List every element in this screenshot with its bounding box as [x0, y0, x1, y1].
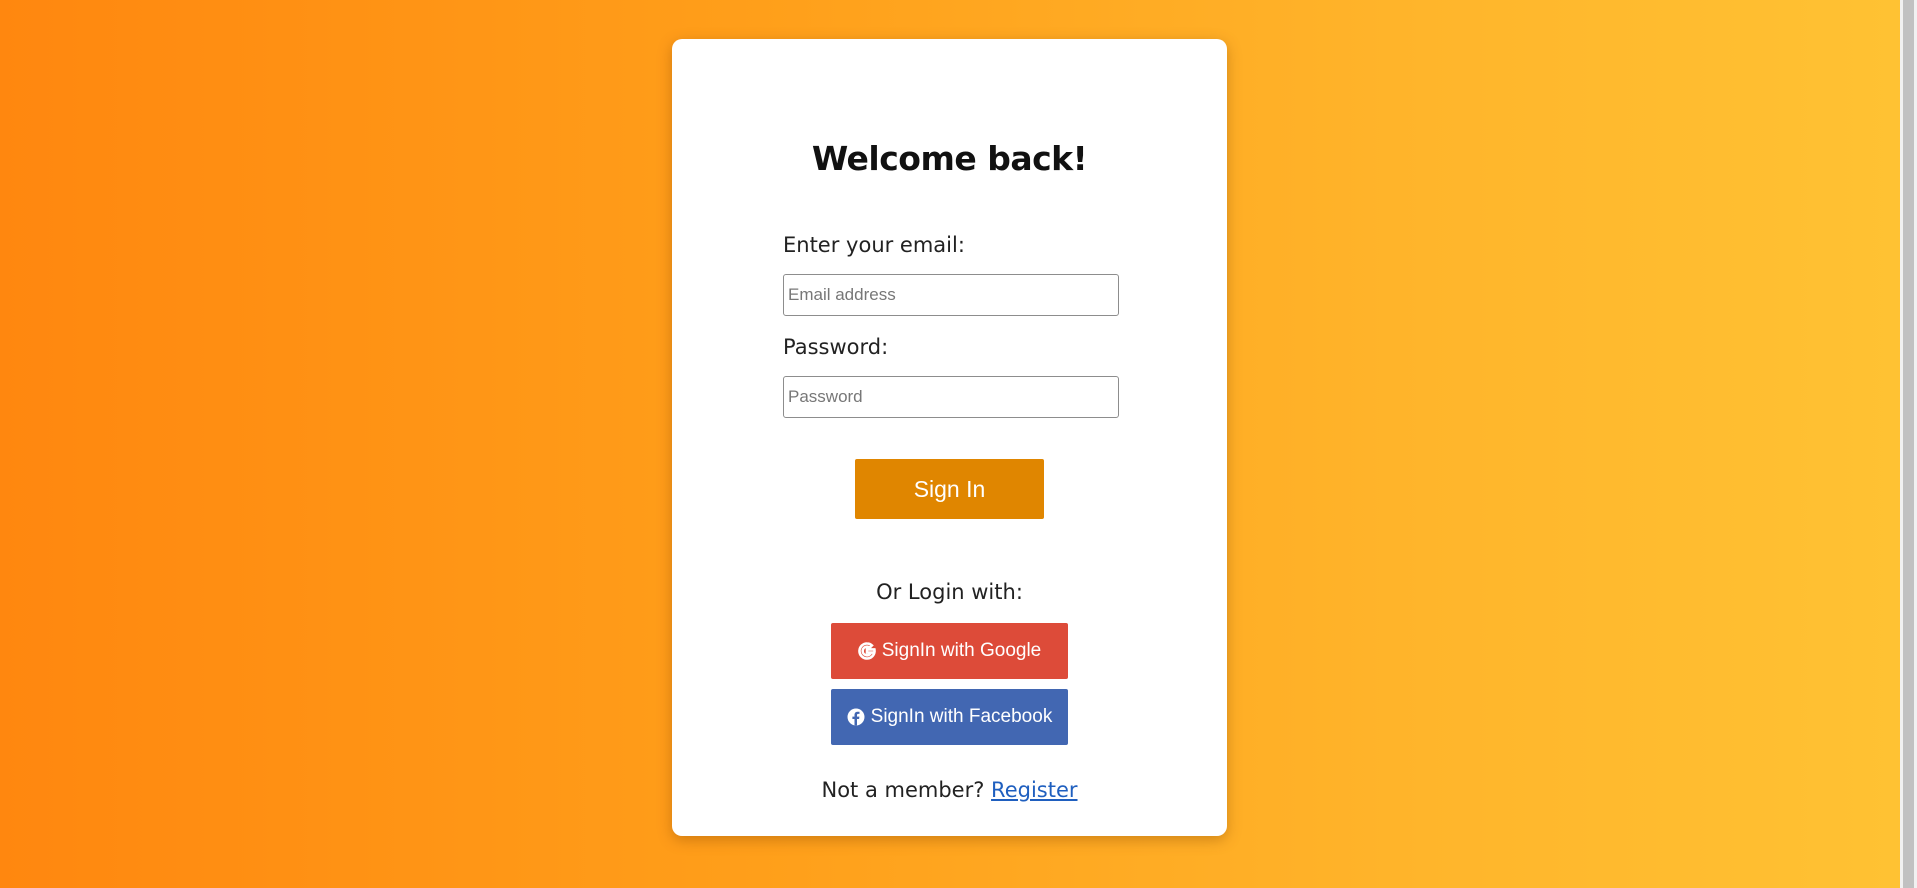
- password-field[interactable]: [783, 376, 1119, 418]
- facebook-icon: [847, 708, 865, 726]
- or-login-with-text: Or Login with:: [876, 580, 1023, 604]
- sign-in-button[interactable]: Sign In: [855, 459, 1044, 519]
- register-prompt: Not a member? Register: [672, 778, 1227, 802]
- email-label: Enter your email:: [783, 233, 965, 257]
- facebook-signin-label: SignIn with Facebook: [870, 706, 1053, 727]
- google-signin-label: SignIn with Google: [881, 640, 1042, 661]
- page-title: Welcome back!: [811, 139, 1088, 178]
- email-field[interactable]: [783, 274, 1119, 316]
- facebook-signin-button[interactable]: SignIn with Facebook: [831, 689, 1068, 745]
- vertical-scrollbar[interactable]: [1900, 0, 1917, 888]
- google-signin-button[interactable]: SignIn with Google: [831, 623, 1068, 679]
- login-card: Welcome back! Enter your email: Password…: [672, 39, 1227, 836]
- google-icon: [857, 642, 876, 660]
- register-link[interactable]: Register: [991, 778, 1077, 802]
- password-label: Password:: [783, 335, 889, 359]
- scrollbar-thumb[interactable]: [1903, 0, 1914, 888]
- not-member-text: Not a member?: [821, 778, 985, 802]
